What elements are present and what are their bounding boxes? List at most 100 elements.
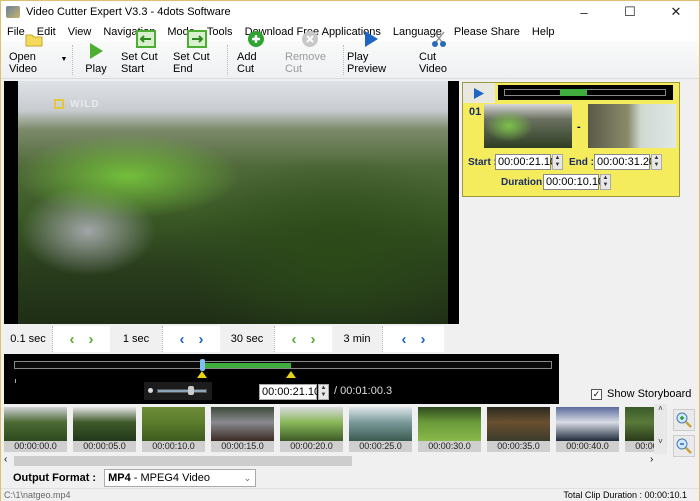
nav-step-1sec: ‹ › [162, 326, 220, 352]
storyboard-frame[interactable]: 00:00:40.0 [556, 407, 619, 452]
zoom-in-button[interactable] [673, 409, 695, 431]
speaker-icon[interactable] [148, 388, 153, 393]
maximize-button[interactable]: ☐ [607, 1, 653, 23]
play-icon [86, 42, 106, 60]
open-video-label: Open Video [9, 51, 37, 75]
add-cut-button[interactable]: Add Cut [237, 31, 275, 79]
app-window: Video Cutter Expert V3.3 - 4dots Softwar… [0, 0, 700, 501]
storyboard-thumbnail [280, 407, 343, 441]
duration-spinner[interactable]: ▲ ▼ [600, 174, 611, 190]
chevron-left-icon[interactable]: ‹ [180, 331, 185, 348]
clip-bar-selection [560, 89, 587, 96]
timeline-selection [202, 363, 292, 368]
menu-tools[interactable]: Tools [207, 26, 233, 38]
storyboard-timestamp: 00:00:30.0 [418, 441, 481, 452]
storyboard-horizontal-scrollbar[interactable]: ‹ › [2, 454, 667, 467]
storyboard-thumbnail [349, 407, 412, 441]
storyboard-timestamp: 00:00:40.0 [556, 441, 619, 452]
open-video-dropdown[interactable]: ▼ [59, 41, 69, 79]
set-cut-end-icon [187, 30, 207, 48]
add-icon [246, 30, 266, 48]
storyboard-frame[interactable]: 00:00:35.0 [487, 407, 550, 452]
total-time: / 00:01:00.3 [334, 385, 393, 397]
time-spinner[interactable]: ▲ ▼ [318, 384, 329, 400]
start-time-input[interactable]: 00:00:21.100 [495, 154, 562, 170]
scroll-right-icon[interactable]: › [650, 454, 653, 465]
cut-end-marker[interactable] [286, 371, 297, 378]
menu-file[interactable]: File [7, 26, 25, 38]
storyboard-timestamp: 00:00:10.0 [142, 441, 205, 452]
close-button[interactable]: ✕ [653, 1, 699, 23]
storyboard-vertical-scrollbar[interactable]: ˄ ˅ [654, 404, 667, 454]
nav-step-3min: ‹ › [382, 326, 444, 352]
storyboard-frame[interactable]: 00:00:30.0 [418, 407, 481, 452]
volume-knob[interactable] [187, 386, 194, 395]
start-time-spinner[interactable]: ▲ ▼ [552, 154, 563, 170]
storyboard-frame[interactable]: 00:00:20.0 [280, 407, 343, 452]
video-watermark: WILD [70, 99, 100, 110]
output-format-row: Output Format : MP4 - MPEG4 Video ⌄ [1, 468, 699, 488]
scroll-up-icon[interactable]: ˄ [654, 404, 667, 413]
cut-start-marker[interactable] [197, 371, 208, 378]
nav-step-label: 1 sec [122, 333, 150, 345]
remove-cut-button[interactable]: Remove Cut [285, 31, 335, 79]
output-format-select[interactable]: MP4 - MPEG4 Video ⌄ [104, 469, 257, 487]
menu-help[interactable]: Help [532, 26, 555, 38]
minimize-button[interactable]: – [561, 1, 607, 23]
volume-slider[interactable] [157, 389, 207, 393]
chevron-right-icon[interactable]: › [199, 331, 204, 348]
open-video-button[interactable]: Open Video [9, 34, 59, 79]
dropdown-arrow-icon: ▼ [60, 56, 68, 63]
clip-play-button[interactable] [463, 83, 495, 103]
title-bar: Video Cutter Expert V3.3 - 4dots Softwar… [1, 1, 699, 23]
set-cut-end-label: Set Cut End [173, 51, 210, 75]
show-storyboard-checkbox[interactable]: ✓ [591, 388, 602, 400]
chevron-right-icon[interactable]: › [421, 331, 426, 348]
file-path: C:\1\natgeo.mp4 [4, 490, 71, 500]
duration-label: Duration : [501, 177, 549, 188]
set-cut-end-button[interactable]: Set Cut End [173, 30, 221, 79]
end-time-spinner[interactable]: ▲ ▼ [651, 154, 662, 170]
storyboard-frame[interactable]: 00:00:00.0 [4, 407, 67, 452]
chevron-right-icon[interactable]: › [311, 331, 316, 348]
cut-video-button[interactable]: Cut Video [419, 31, 459, 79]
storyboard-frame[interactable]: 00:00:10.0 [142, 407, 205, 452]
play-preview-button[interactable]: Play Preview [347, 31, 395, 79]
scroll-down-icon[interactable]: ˅ [654, 437, 667, 446]
chevron-left-icon[interactable]: ‹ [402, 331, 407, 348]
storyboard-timestamp: 00:00:35.0 [487, 441, 550, 452]
duration-input[interactable]: 00:00:10.100 [543, 174, 610, 190]
chevron-left-icon[interactable]: ‹ [292, 331, 297, 348]
cut-video-label: Cut Video [419, 51, 447, 75]
video-player[interactable]: WILD [4, 81, 459, 324]
clip-card[interactable]: 01 - Start : 00:00:21.100 ▲ ▼ End : 00:00… [462, 82, 680, 197]
menu-please-share[interactable]: Please Share [454, 26, 520, 38]
storyboard-thumbnail [487, 407, 550, 441]
playhead-handle[interactable] [200, 359, 206, 371]
menu-view[interactable]: View [68, 26, 92, 38]
scrollbar-thumb[interactable] [14, 456, 352, 466]
zoom-out-button[interactable] [673, 435, 695, 457]
current-time-input[interactable]: 00:00:21.100 [259, 384, 326, 400]
storyboard-frame[interactable]: 00:00:25.0 [349, 407, 412, 452]
set-cut-start-icon [136, 30, 156, 48]
set-cut-start-button[interactable]: Set Cut Start [121, 30, 171, 79]
play-button[interactable]: Play [81, 41, 111, 79]
play-icon [474, 87, 484, 99]
video-frame: WILD [18, 81, 448, 324]
add-cut-label: Add Cut [237, 51, 257, 75]
scroll-left-icon[interactable]: ‹ [4, 454, 7, 465]
chevron-left-icon[interactable]: ‹ [70, 331, 75, 348]
chevron-right-icon[interactable]: › [89, 331, 94, 348]
format-name: MP4 [108, 472, 131, 484]
clip-number: 01 [469, 106, 482, 118]
status-bar: C:\1\natgeo.mp4 Total Clip Duration : 00… [1, 488, 699, 501]
storyboard-frame[interactable]: 00:00:05.0 [73, 407, 136, 452]
show-storyboard-toggle[interactable]: ✓ Show Storyboard [591, 388, 691, 400]
output-format-label: Output Format : [13, 472, 97, 484]
end-time-input[interactable]: 00:00:31.200 [594, 154, 661, 170]
storyboard-thumbnail [73, 407, 136, 441]
timeline-tick [15, 379, 16, 383]
storyboard-timestamp: 00:00:15.0 [211, 441, 274, 452]
storyboard-frame[interactable]: 00:00:15.0 [211, 407, 274, 452]
